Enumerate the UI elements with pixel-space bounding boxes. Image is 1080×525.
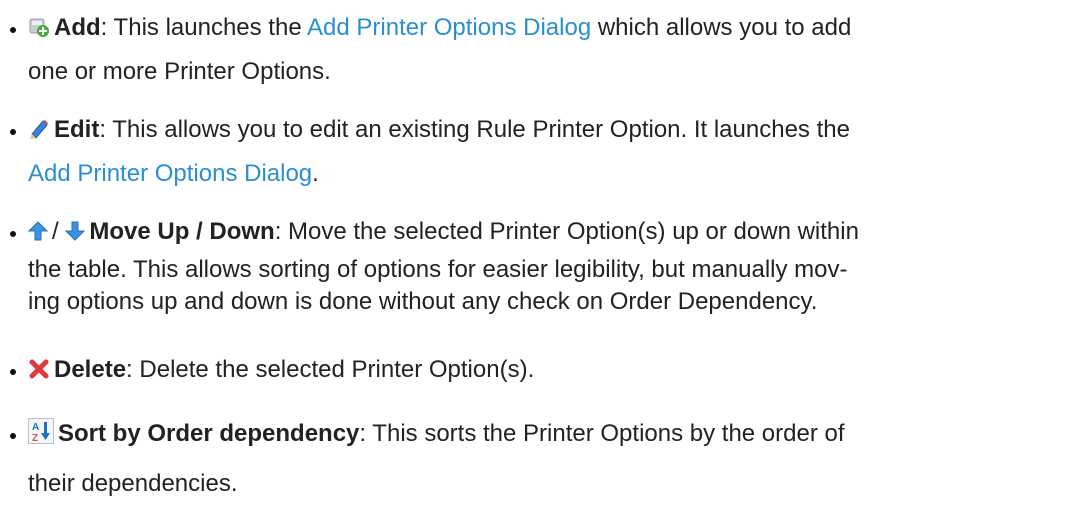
arrow-down-icon <box>65 220 86 242</box>
item-text: : Delete the selected Printer Option(s). <box>126 356 535 383</box>
item-label: Sort by Order dependency <box>58 420 360 447</box>
item-text-line3: ing options up and down is done without … <box>28 288 818 315</box>
separator: / <box>52 218 59 245</box>
arrow-up-icon <box>28 220 48 242</box>
add-printer-icon <box>28 16 50 38</box>
svg-text:Z: Z <box>32 433 38 444</box>
bullet <box>10 369 16 375</box>
item-text-after-link: which allows you to add <box>591 14 852 41</box>
svg-text:A: A <box>32 422 39 433</box>
item-text-line2: their dependencies. <box>28 470 238 497</box>
list-item-add: Add: This launches the Add Printer Optio… <box>10 6 1068 94</box>
toolbar-button-description-list: Add: This launches the Add Printer Optio… <box>0 0 1080 525</box>
item-label: Move Up / Down <box>89 218 275 245</box>
item-text-line2: the table. This allows sorting of option… <box>28 256 848 283</box>
item-text-line2: one or more Printer Options. <box>28 58 331 85</box>
list-item-move-up-down: / Move Up / Down: Move the selected Prin… <box>10 210 1068 318</box>
item-label: Add <box>54 14 101 41</box>
bullet <box>10 129 16 135</box>
item-label: Edit <box>54 116 100 143</box>
sort-az-icon: A Z <box>28 418 54 444</box>
list-item-edit: Edit: This allows you to edit an existin… <box>10 108 1068 196</box>
list-item-delete: Delete: Delete the selected Printer Opti… <box>10 348 1068 392</box>
pencil-edit-icon <box>28 118 50 140</box>
item-text: : This sorts the Printer Options by the … <box>359 420 845 447</box>
item-text-line2: Add Printer Options Dialog. <box>28 152 1068 196</box>
bullet <box>10 231 16 237</box>
item-text: : Move the selected Printer Option(s) up… <box>274 218 859 245</box>
bullet <box>10 27 16 33</box>
item-text: : This launches the <box>100 14 308 41</box>
bullet <box>10 433 16 439</box>
link-suffix: . <box>312 160 319 187</box>
item-text: : This allows you to edit an existing Ru… <box>99 116 850 143</box>
list-item-sort-by-order-dependency: A Z Sort by Order dependency: This sorts… <box>10 412 1068 512</box>
add-printer-options-dialog-link[interactable]: Add Printer Options Dialog <box>307 14 591 41</box>
add-printer-options-dialog-link[interactable]: Add Printer Options Dialog <box>28 160 312 187</box>
item-label: Delete <box>54 356 127 383</box>
red-x-delete-icon <box>28 358 50 380</box>
